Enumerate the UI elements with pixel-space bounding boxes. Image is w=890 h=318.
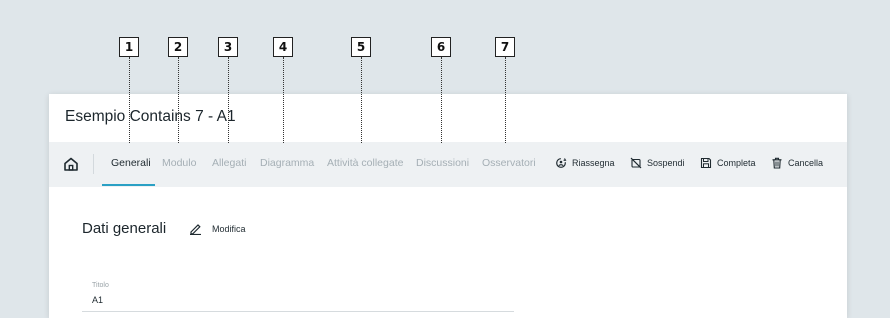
edit-button[interactable]: Modifica bbox=[189, 223, 246, 235]
callout-5: 5 bbox=[351, 37, 371, 57]
callout-7: 7 bbox=[495, 37, 515, 57]
complete-button[interactable]: Completa bbox=[700, 157, 756, 169]
suspend-icon bbox=[630, 157, 642, 169]
leader-line-6 bbox=[441, 57, 442, 143]
callout-4: 4 bbox=[273, 37, 293, 57]
callout-1: 1 bbox=[119, 37, 139, 57]
trash-icon bbox=[772, 157, 782, 169]
suspend-label: Sospendi bbox=[647, 158, 685, 168]
callout-2: 2 bbox=[168, 37, 188, 57]
callout-6: 6 bbox=[431, 37, 451, 57]
edit-label: Modifica bbox=[212, 224, 246, 234]
delete-label: Cancella bbox=[788, 158, 824, 168]
page-title: Esempio Contains 7 - A1 bbox=[65, 108, 236, 125]
reassign-button[interactable]: Riassegna bbox=[555, 157, 615, 169]
leader-line-4 bbox=[283, 57, 284, 143]
tab-diagramma[interactable]: Diagramma bbox=[260, 157, 314, 169]
tab-allegati[interactable]: Allegati bbox=[212, 157, 246, 169]
task-panel: Esempio Contains 7 - A1 Generali Modulo … bbox=[49, 94, 847, 318]
active-tab-indicator bbox=[102, 184, 155, 186]
complete-label: Completa bbox=[717, 158, 756, 168]
leader-line-3 bbox=[228, 57, 229, 143]
section-title: Dati generali bbox=[82, 220, 167, 237]
leader-line-2 bbox=[178, 57, 179, 143]
reassign-label: Riassegna bbox=[572, 158, 615, 168]
field-underline bbox=[82, 311, 514, 312]
leader-line-7 bbox=[505, 57, 506, 143]
callout-3: 3 bbox=[218, 37, 238, 57]
tab-attivita-collegate[interactable]: Attività collegate bbox=[327, 157, 403, 169]
reassign-icon bbox=[556, 158, 567, 168]
divider bbox=[93, 154, 94, 174]
leader-line-5 bbox=[361, 57, 362, 143]
suspend-button[interactable]: Sospendi bbox=[630, 157, 685, 169]
title-field-value[interactable]: A1 bbox=[92, 295, 103, 305]
pencil-icon bbox=[190, 224, 201, 235]
tab-generali[interactable]: Generali bbox=[111, 157, 151, 169]
title-field-label: Titolo bbox=[92, 282, 109, 289]
tab-modulo[interactable]: Modulo bbox=[162, 157, 196, 169]
leader-line-1 bbox=[129, 57, 130, 143]
tab-osservatori[interactable]: Osservatori bbox=[482, 157, 536, 169]
delete-button[interactable]: Cancella bbox=[771, 157, 823, 169]
tab-bar: Generali Modulo Allegati Diagramma Attiv… bbox=[49, 142, 847, 187]
save-icon bbox=[700, 157, 712, 169]
home-icon[interactable] bbox=[63, 156, 79, 172]
tab-discussioni[interactable]: Discussioni bbox=[416, 157, 469, 169]
